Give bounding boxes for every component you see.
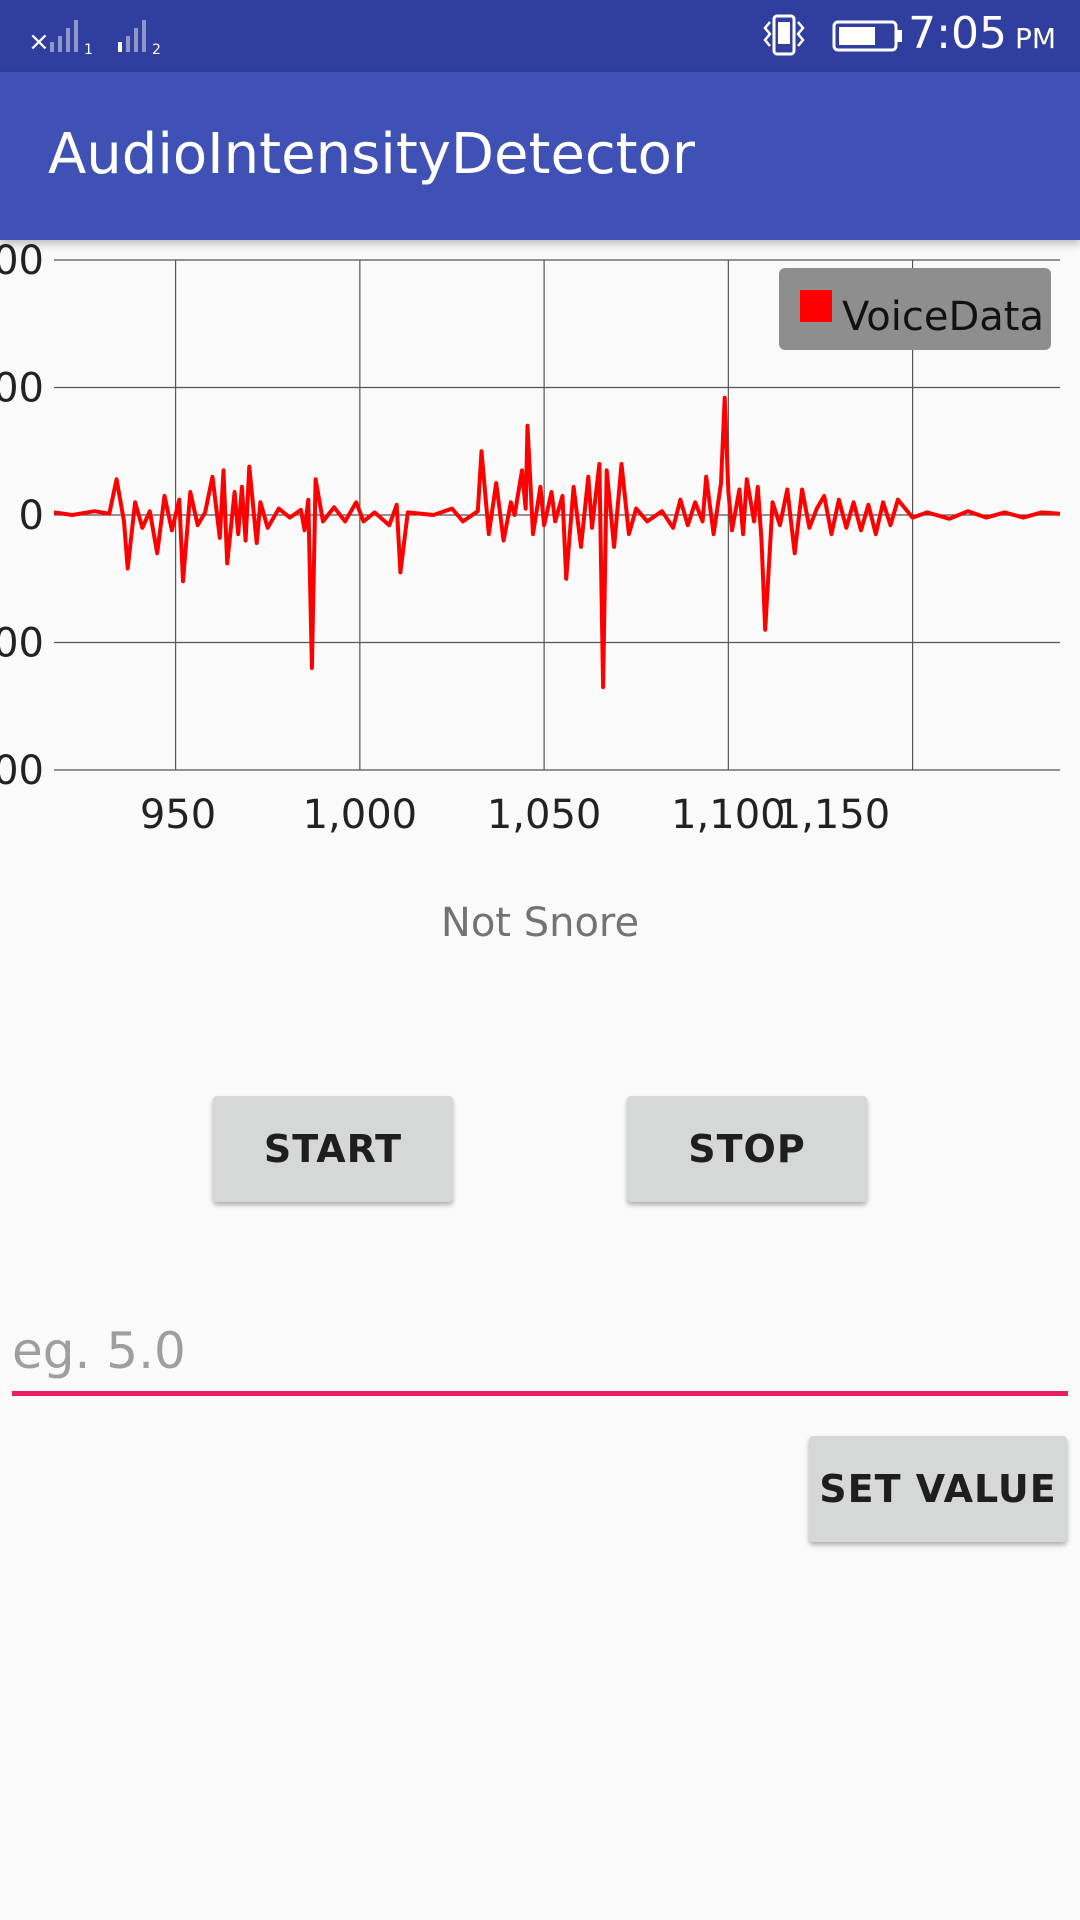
set-value-button[interactable]: SET VALUE <box>809 1436 1067 1542</box>
y-tick-label: 0 <box>19 493 44 539</box>
clock: 7:05 PM <box>908 8 1056 59</box>
x-tick-label: 1,050 <box>487 792 602 838</box>
y-tick-label: 00 <box>0 366 44 412</box>
sim2-label: 2 <box>152 42 161 56</box>
threshold-value-input[interactable] <box>12 1310 1068 1396</box>
snore-status-label: Not Snore <box>440 900 640 946</box>
voice-chart-svg: 000000000950 1,000 1,050 1,1001,150VoiceDat… <box>0 240 1061 838</box>
battery-icon <box>832 20 902 52</box>
signal-icon <box>118 20 146 52</box>
series-line-voicedata <box>53 395 1061 690</box>
app-title: AudioIntensityDetector <box>48 122 695 187</box>
legend-label-voicedata: VoiceData <box>842 294 1044 340</box>
sim1-label: 1 <box>84 42 93 56</box>
x-tick-label: 1,000 <box>303 792 418 838</box>
voice-chart: 00 00 0 00 00 950 1,000 1,050 1,100 1,150 VoiceDat… <box>0 240 1080 860</box>
legend-swatch-voicedata <box>800 290 832 322</box>
vibrate-icon <box>763 14 805 56</box>
y-tick-label: 00 <box>0 748 44 794</box>
clock-ampm: PM <box>1014 22 1056 55</box>
y-tick-label: 00 <box>0 621 44 667</box>
x-tick-label: 1,150 <box>776 792 891 838</box>
app-bar: AudioIntensityDetector <box>0 72 1080 240</box>
signal-x-icon: × <box>28 20 78 56</box>
signal-icons: × 1 2 <box>28 20 161 56</box>
clock-time: 7:05 <box>908 8 1007 59</box>
status-bar: × 1 2 7:05 PM <box>0 0 1080 72</box>
y-tick-label: 00 <box>0 240 44 284</box>
stop-button[interactable]: STOP <box>627 1096 867 1202</box>
x-tick-label: 1,100 <box>671 792 786 838</box>
svg-text:×: × <box>28 27 50 56</box>
start-button[interactable]: START <box>213 1096 453 1202</box>
x-tick-label: 950 <box>140 792 216 838</box>
